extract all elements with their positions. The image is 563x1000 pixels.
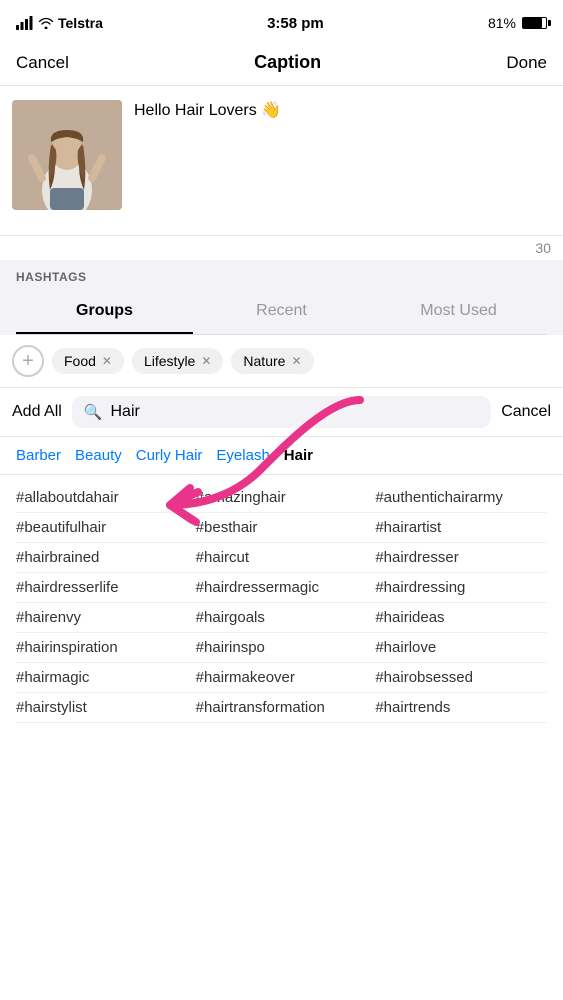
chip-nature[interactable]: Nature ✕: [231, 348, 313, 374]
hashtag-hairtransformation[interactable]: #hairtransformation: [196, 699, 368, 716]
chips-row: + Food ✕ Lifestyle ✕ Nature ✕: [0, 335, 563, 388]
search-wrapper: 🔍: [72, 396, 491, 428]
hashtag-hairbrained[interactable]: #hairbrained: [16, 549, 188, 566]
page-title: Caption: [254, 52, 321, 73]
chip-nature-label: Nature: [243, 353, 285, 369]
group-label-curly-hair[interactable]: Curly Hair: [136, 447, 203, 464]
status-time: 3:58 pm: [267, 15, 324, 32]
hashtag-row: #hairstylist #hairtransformation #hairtr…: [16, 693, 547, 723]
caption-text[interactable]: Hello Hair Lovers 👋: [122, 100, 551, 221]
hashtag-hairdresserlife[interactable]: #hairdresserlife: [16, 579, 188, 596]
hashtag-authentichairarmy[interactable]: #authentichairarmy: [375, 489, 547, 506]
group-label-eyelash[interactable]: Eyelash: [216, 447, 269, 464]
chip-food[interactable]: Food ✕: [52, 348, 124, 374]
hashtag-row: #allaboutdahair #amazinghair #authentich…: [16, 483, 547, 513]
tab-most-used[interactable]: Most Used: [370, 292, 547, 334]
search-icon: 🔍: [84, 403, 103, 421]
hashtag-allaboutdahair[interactable]: #allaboutdahair: [16, 489, 188, 506]
tab-groups[interactable]: Groups: [16, 292, 193, 334]
group-label-beauty[interactable]: Beauty: [75, 447, 122, 464]
hashtags-label: HASHTAGS: [16, 270, 547, 284]
photo-thumbnail: [12, 100, 122, 210]
hashtag-hairinspo[interactable]: #hairinspo: [196, 639, 368, 656]
hashtag-haircut[interactable]: #haircut: [196, 549, 368, 566]
search-row: Add All 🔍 Cancel: [0, 388, 563, 437]
header: Cancel Caption Done: [0, 44, 563, 86]
done-button[interactable]: Done: [506, 53, 547, 73]
hashtag-row: #hairinspiration #hairinspo #hairlove: [16, 633, 547, 663]
hashtag-hairideas[interactable]: #hairideas: [375, 609, 547, 626]
hashtag-row: #hairmagic #hairmakeover #hairobsessed: [16, 663, 547, 693]
hashtag-hairdressermagic[interactable]: #hairdressermagic: [196, 579, 368, 596]
hashtag-row: #hairenvy #hairgoals #hairideas: [16, 603, 547, 633]
hashtag-hairtrends[interactable]: #hairtrends: [375, 699, 547, 716]
hashtag-hairenvy[interactable]: #hairenvy: [16, 609, 188, 626]
hashtag-hairmakeover[interactable]: #hairmakeover: [196, 669, 368, 686]
caption-image: [12, 100, 122, 210]
hashtag-besthair[interactable]: #besthair: [196, 519, 368, 536]
hashtag-row: #hairbrained #haircut #hairdresser: [16, 543, 547, 573]
tab-recent[interactable]: Recent: [193, 292, 370, 334]
cancel-button[interactable]: Cancel: [16, 53, 69, 73]
chip-lifestyle-remove[interactable]: ✕: [201, 354, 211, 368]
hashtag-hairstylist[interactable]: #hairstylist: [16, 699, 188, 716]
hashtag-hairinspiration[interactable]: #hairinspiration: [16, 639, 188, 656]
hashtag-hairobsessed[interactable]: #hairobsessed: [375, 669, 547, 686]
hashtag-row: #beautifulhair #besthair #hairartist: [16, 513, 547, 543]
battery-percent: 81%: [488, 15, 516, 31]
hashtag-hairgoals[interactable]: #hairgoals: [196, 609, 368, 626]
group-label-barber[interactable]: Barber: [16, 447, 61, 464]
hashtag-hairlove[interactable]: #hairlove: [375, 639, 547, 656]
hashtag-hairartist[interactable]: #hairartist: [375, 519, 547, 536]
chip-food-remove[interactable]: ✕: [102, 354, 112, 368]
carrier-signal: Telstra: [16, 15, 103, 31]
hashtag-beautifulhair[interactable]: #beautifulhair: [16, 519, 188, 536]
battery-icon: [522, 17, 547, 29]
hashtag-hairmagic[interactable]: #hairmagic: [16, 669, 188, 686]
chip-nature-remove[interactable]: ✕: [291, 354, 301, 368]
battery-area: 81%: [488, 15, 547, 31]
group-labels-row: Barber Beauty Curly Hair Eyelash Hair: [0, 437, 563, 475]
search-cancel-button[interactable]: Cancel: [501, 403, 551, 421]
chip-lifestyle[interactable]: Lifestyle ✕: [132, 348, 223, 374]
hashtag-amazinghair[interactable]: #amazinghair: [196, 489, 368, 506]
search-input[interactable]: [111, 403, 480, 421]
char-count: 30: [0, 236, 563, 260]
caption-area: Hello Hair Lovers 👋: [0, 86, 563, 236]
add-all-button[interactable]: Add All: [12, 403, 62, 421]
chip-food-label: Food: [64, 353, 96, 369]
chip-lifestyle-label: Lifestyle: [144, 353, 195, 369]
hashtags-section: HASHTAGS Groups Recent Most Used: [0, 260, 563, 335]
carrier-name: Telstra: [58, 15, 103, 31]
hashtag-row: #hairdresserlife #hairdressermagic #hair…: [16, 573, 547, 603]
tabs-row: Groups Recent Most Used: [16, 292, 547, 335]
add-group-button[interactable]: +: [12, 345, 44, 377]
group-label-hair[interactable]: Hair: [284, 447, 313, 464]
hashtag-hairdressing[interactable]: #hairdressing: [375, 579, 547, 596]
hashtag-hairdresser[interactable]: #hairdresser: [375, 549, 547, 566]
status-bar: Telstra 3:58 pm 81%: [0, 0, 563, 44]
hashtag-grid: #allaboutdahair #amazinghair #authentich…: [0, 475, 563, 731]
wifi-icon: [38, 17, 54, 29]
signal-icon: [16, 16, 34, 30]
